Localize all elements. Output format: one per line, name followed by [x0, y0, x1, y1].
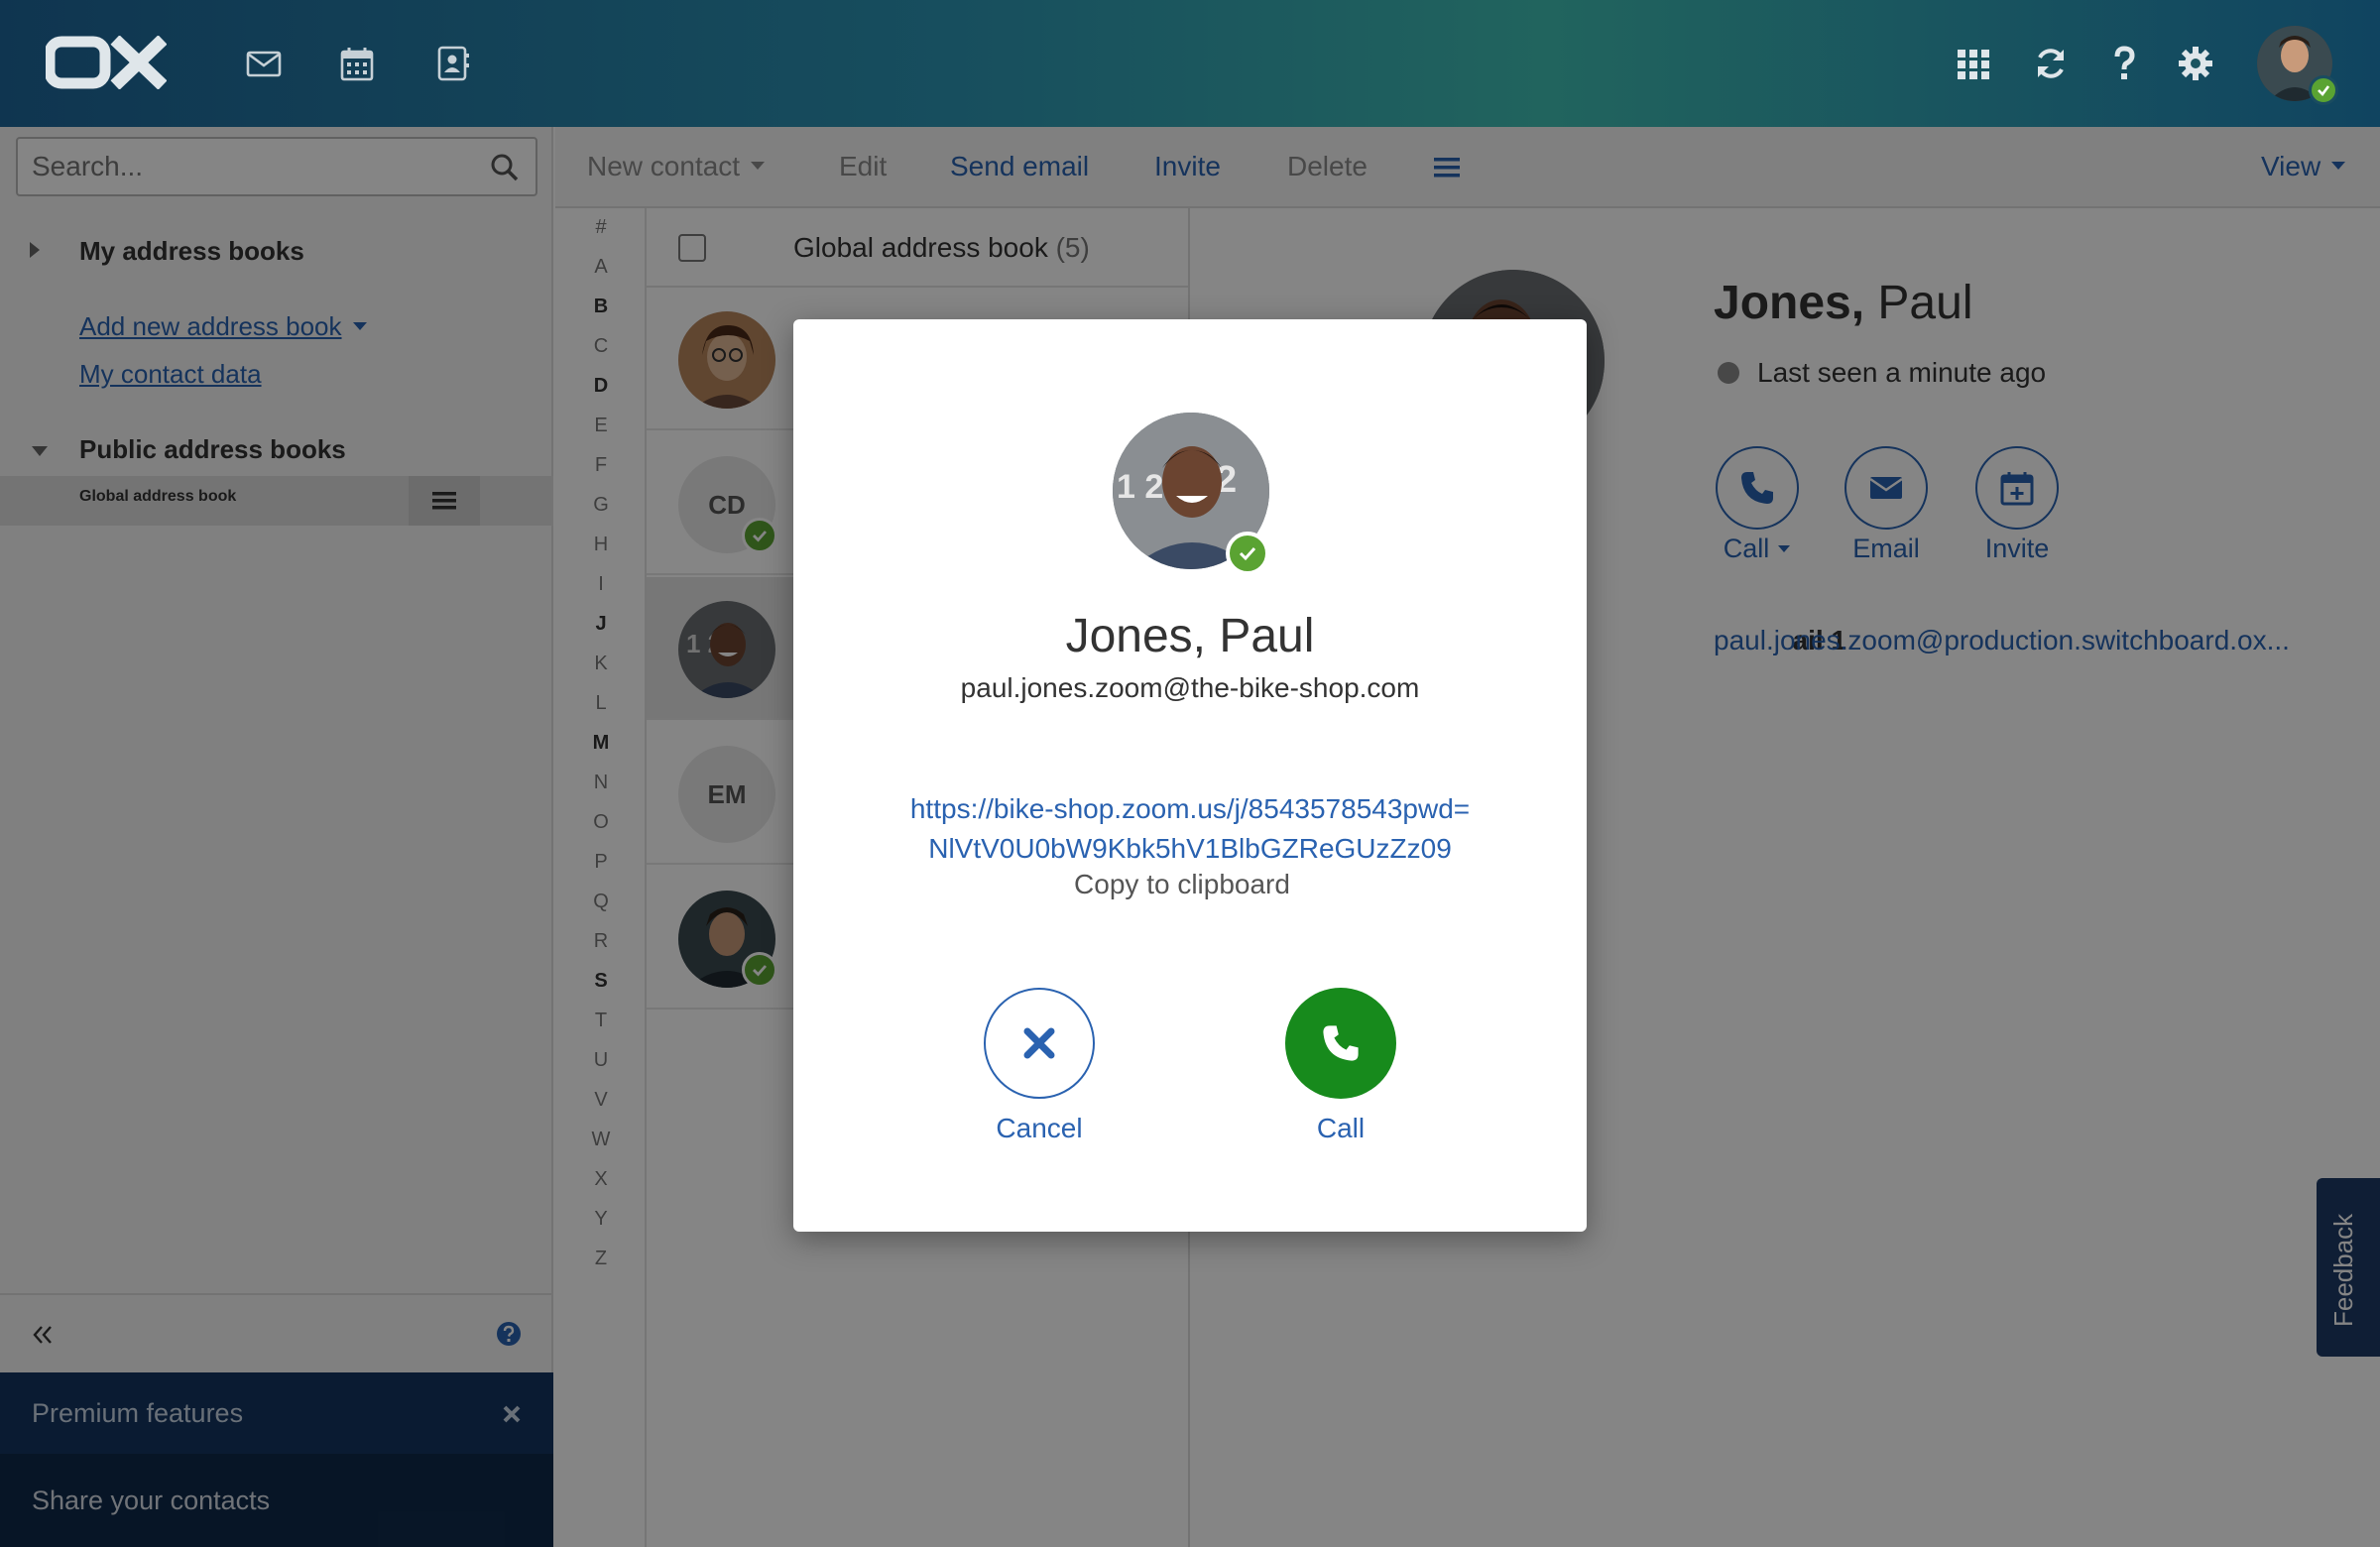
online-status-icon: [2309, 75, 2338, 105]
svg-text:1 2: 1 2: [1117, 468, 1163, 506]
close-icon: [1023, 1027, 1055, 1059]
gear-icon[interactable]: [2172, 40, 2219, 87]
dialog-contact-email: paul.jones.zoom@the-bike-shop.com: [960, 672, 1420, 703]
call-label[interactable]: Call: [1242, 1113, 1440, 1144]
mail-icon[interactable]: [240, 40, 288, 87]
ox-logo[interactable]: [46, 36, 167, 89]
top-bar: [0, 0, 2380, 127]
cancel-call-button[interactable]: [984, 988, 1095, 1099]
start-call-button[interactable]: [1285, 988, 1396, 1099]
call-dialog: 1 22 Jones, Paul paul.jones.zoom@the-bik…: [793, 319, 1587, 1232]
copy-to-clipboard-button[interactable]: Copy to clipboard: [793, 869, 1571, 900]
phone-icon: [1323, 1025, 1359, 1061]
cancel-label[interactable]: Cancel: [940, 1113, 1138, 1144]
address-book-icon[interactable]: [428, 40, 476, 87]
calendar-icon[interactable]: [333, 40, 381, 87]
apps-grid-icon[interactable]: [1950, 40, 1997, 87]
help-icon[interactable]: [2100, 40, 2148, 87]
meeting-link[interactable]: https://bike-shop.zoom.us/j/8543578543pw…: [873, 789, 1507, 869]
refresh-icon[interactable]: [2027, 40, 2075, 87]
online-status-icon: [1226, 532, 1269, 575]
dialog-contact-name: Jones, Paul: [1065, 610, 1315, 662]
